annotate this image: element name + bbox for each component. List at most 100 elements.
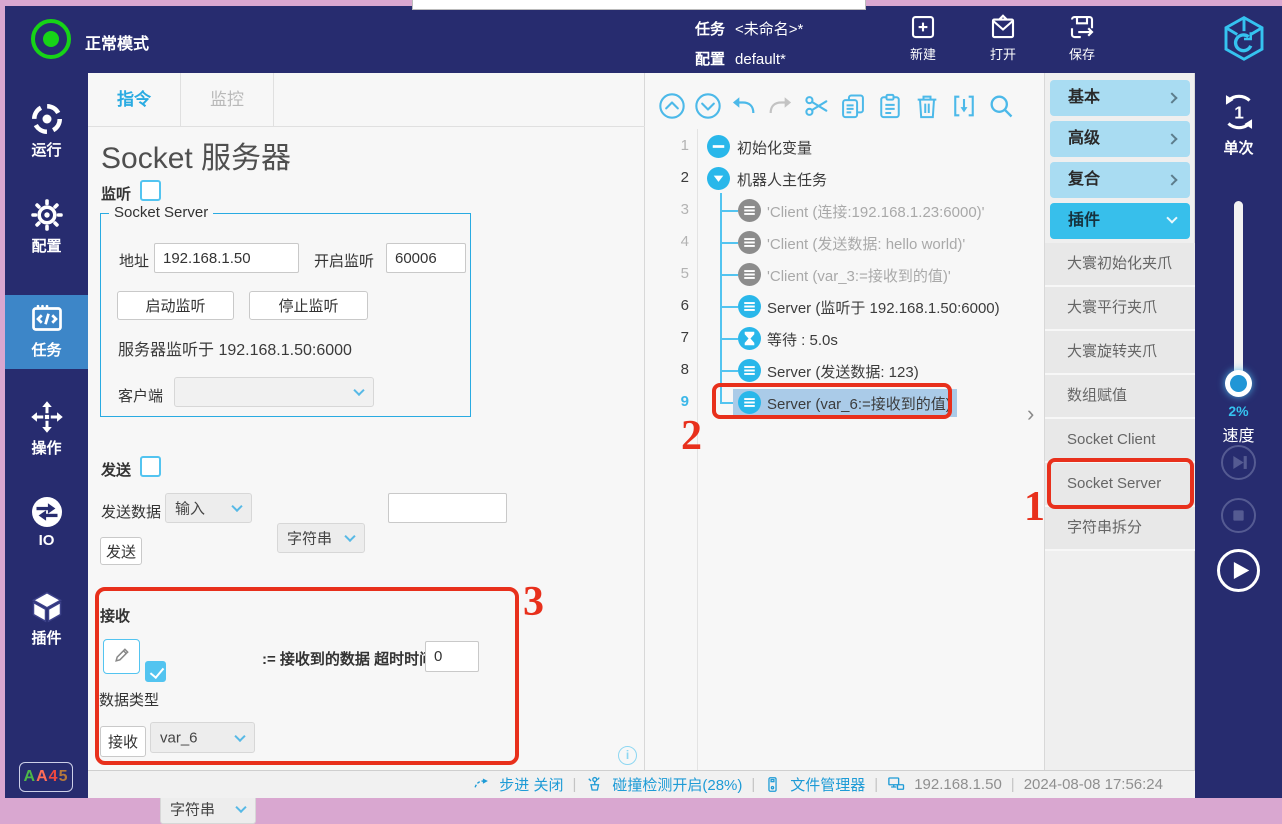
palette-item-socket-client[interactable]: Socket Client	[1045, 419, 1195, 463]
new-task-button[interactable]: 新建	[891, 12, 955, 70]
run-mode-label: 单次	[1195, 137, 1282, 158]
search-icon[interactable]	[987, 92, 1015, 125]
group-composite[interactable]: 复合	[1050, 162, 1190, 198]
move-down-icon[interactable]	[694, 92, 722, 125]
send-source-select[interactable]: 输入	[165, 493, 252, 523]
tree-row[interactable]: 1 初始化变量	[645, 131, 1025, 163]
palette-item-dh-init-gripper[interactable]: 大寰初始化夹爪	[1045, 243, 1195, 287]
single-loop-icon[interactable]: 1	[1216, 89, 1262, 140]
slider-knob-dot	[1230, 375, 1247, 392]
cut-icon[interactable]	[803, 92, 831, 125]
line-number: 2	[645, 169, 689, 186]
paste-icon[interactable]	[876, 92, 904, 125]
palette-item-dh-parallel-gripper[interactable]: 大寰平行夹爪	[1045, 287, 1195, 331]
tree-row[interactable]: 4 'Client (发送数据: hello world)'	[645, 227, 1025, 259]
normal-mode-status-icon	[31, 19, 71, 59]
open-task-button[interactable]: 打开	[971, 12, 1035, 70]
undo-icon[interactable]	[730, 92, 758, 125]
header-bar: 正常模式 任务<未命名>* 配置default* 新建 打开 保存	[5, 6, 1282, 73]
palette-item-dh-rotary-gripper[interactable]: 大寰旋转夹爪	[1045, 331, 1195, 375]
chevron-down-icon	[231, 501, 242, 512]
sidebar-item-plugin[interactable]: 插件	[5, 583, 88, 659]
stop-button[interactable]	[1221, 498, 1256, 533]
address-label: 地址	[119, 250, 149, 271]
group-advanced[interactable]: 高级	[1050, 121, 1190, 157]
file-manager-icon	[764, 776, 781, 794]
sidebar-item-operate[interactable]: 操作	[5, 393, 88, 469]
socket-server-group: Socket Server 地址 开启监听 启动监听 停止监听 服务器监听于 1…	[100, 213, 471, 417]
info-icon[interactable]: i	[618, 746, 637, 765]
play-button[interactable]	[1217, 549, 1260, 592]
plugin-box-icon	[5, 589, 88, 625]
address-input[interactable]	[154, 243, 299, 273]
node-text: 等待 : 5.0s	[767, 329, 838, 350]
gear-icon	[5, 197, 88, 233]
expand-node-icon[interactable]	[707, 167, 730, 190]
port-input[interactable]	[386, 243, 466, 273]
line-number: 7	[645, 329, 689, 346]
sidebar-label-operate: 操作	[31, 440, 61, 457]
run-icon	[5, 101, 88, 137]
tab-instruction[interactable]: 指令	[88, 73, 181, 127]
sidebar-item-run[interactable]: 运行	[5, 95, 88, 171]
file-manager-link[interactable]: 文件管理器	[790, 774, 865, 795]
stop-listen-button[interactable]: 停止监听	[249, 291, 368, 320]
copy-icon[interactable]	[839, 92, 867, 125]
send-button[interactable]: 发送	[100, 537, 142, 565]
save-button-label: 保存	[1050, 44, 1114, 63]
redo-icon[interactable]	[766, 92, 794, 125]
palette-item-string-split[interactable]: 字符串拆分	[1045, 507, 1195, 551]
delete-icon[interactable]	[913, 92, 941, 125]
window-scrollbar-strip	[412, 0, 866, 10]
config-label: 配置	[695, 51, 725, 68]
chevron-right-icon	[1166, 92, 1177, 103]
config-line: 配置default*	[695, 48, 786, 69]
sidebar-item-io[interactable]: IO	[5, 488, 88, 564]
task-code-icon	[5, 301, 88, 337]
panel-collapse-chevron[interactable]: ›	[1027, 401, 1034, 427]
insert-icon[interactable]	[950, 92, 978, 125]
badge-char: 5	[59, 768, 69, 785]
chevron-down-icon	[344, 531, 355, 542]
node-text: Server (发送数据: 123)	[767, 361, 919, 382]
send-type-select[interactable]: 字符串	[277, 523, 365, 553]
start-listen-button[interactable]: 启动监听	[117, 291, 234, 320]
client-select[interactable]	[174, 377, 374, 407]
command-node-icon	[738, 359, 761, 382]
tree-row[interactable]: 3 'Client (连接:192.168.1.23:6000)'	[645, 195, 1025, 227]
separator: |	[874, 776, 878, 793]
annotation-box-socket-server	[1047, 458, 1194, 509]
chevron-down-icon	[1166, 212, 1177, 223]
group-label: 高级	[1068, 130, 1100, 147]
sidebar-item-task[interactable]: 任务	[5, 295, 88, 369]
user-badge[interactable]: AA45	[19, 762, 73, 792]
send-checkbox[interactable]	[140, 456, 161, 477]
sidebar-item-config[interactable]: 配置	[5, 191, 88, 267]
open-file-icon	[971, 12, 1035, 42]
speed-slider-knob[interactable]	[1225, 370, 1252, 397]
group-basic[interactable]: 基本	[1050, 80, 1190, 116]
form-tabbar: 指令 监控	[88, 73, 645, 127]
listen-checkbox[interactable]	[140, 180, 161, 201]
brand-logo-icon	[1217, 12, 1271, 71]
tree-row[interactable]: 2 机器人主任务	[645, 163, 1025, 195]
palette-item-array-assign[interactable]: 数组赋值	[1045, 375, 1195, 419]
save-task-button[interactable]: 保存	[1050, 12, 1114, 70]
command-node-icon	[738, 199, 761, 222]
step-status[interactable]: 步进 关闭	[499, 774, 563, 795]
move-up-icon[interactable]	[658, 92, 686, 125]
group-plugin[interactable]: 插件	[1050, 203, 1190, 239]
tab-monitor[interactable]: 监控	[181, 73, 274, 127]
send-data-input[interactable]	[388, 493, 507, 523]
line-number: 8	[645, 361, 689, 378]
sidebar-label-task: 任务	[31, 342, 61, 359]
group-label: 基本	[1068, 89, 1100, 106]
collision-status[interactable]: 碰撞检测开启(28%)	[612, 774, 742, 795]
step-forward-button[interactable]	[1221, 445, 1256, 480]
node-text: 'Client (连接:192.168.1.23:6000)'	[767, 201, 985, 222]
speed-slider-track[interactable]	[1234, 201, 1243, 391]
send-data-label: 发送数据	[101, 501, 161, 522]
tree-row[interactable]: 6 Server (监听于 192.168.1.50:6000)	[645, 291, 1025, 323]
tree-row[interactable]: 5 'Client (var_3:=接收到的值)'	[645, 259, 1025, 291]
tree-row[interactable]: 7 等待 : 5.0s	[645, 323, 1025, 355]
